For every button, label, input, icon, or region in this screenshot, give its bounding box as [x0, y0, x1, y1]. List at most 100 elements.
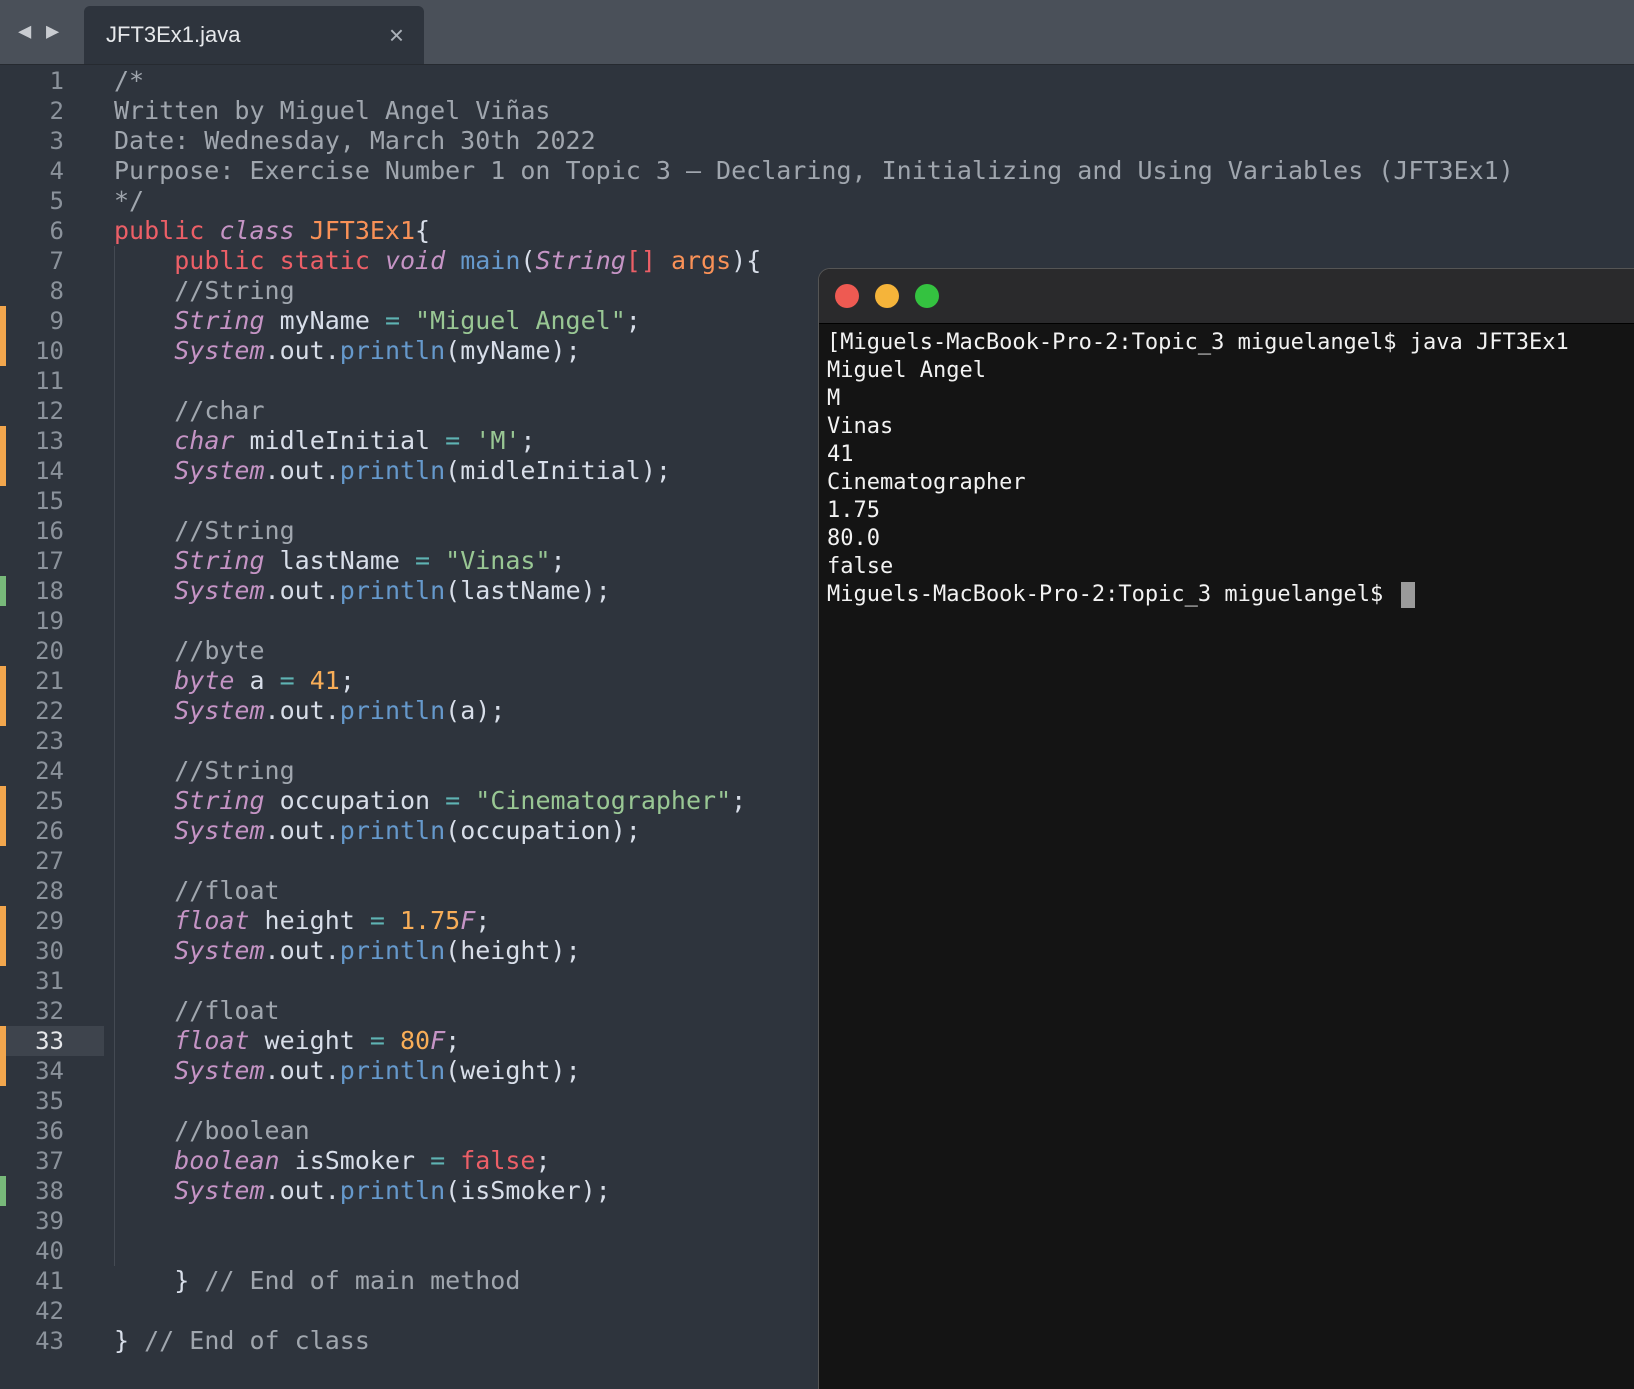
terminal-line: 1.75	[827, 498, 880, 523]
code-line[interactable]: Purpose: Exercise Number 1 on Topic 3 – …	[114, 156, 1514, 186]
code-token: .out.	[264, 816, 340, 845]
code-token: =	[279, 666, 310, 695]
line-number: 4	[0, 156, 104, 186]
code-token: myName	[279, 306, 385, 335]
code-line[interactable]: */	[114, 186, 1514, 216]
terminal-output[interactable]: [Miguels-MacBook-Pro-2:Topic_3 miguelang…	[827, 329, 1569, 609]
terminal-line: 80.0	[827, 526, 880, 551]
code-token: Written by Miguel Angel Viñas	[114, 96, 551, 125]
code-token: 41	[309, 666, 340, 695]
minimize-window-button[interactable]	[875, 284, 899, 308]
code-token: .out.	[264, 696, 340, 725]
code-token: System	[174, 336, 265, 365]
code-token: ;	[520, 426, 536, 455]
line-number-text: 2	[49, 97, 64, 125]
terminal-line: Cinematographer	[827, 470, 1026, 495]
code-token: F	[430, 1026, 446, 1055]
navigate-forward-icon[interactable]: ▶	[46, 18, 59, 46]
code-token: //String	[174, 276, 295, 305]
modified-line-marker	[0, 816, 6, 846]
line-number-text: 41	[35, 1267, 64, 1295]
code-token: ;	[550, 546, 566, 575]
line-number-text: 25	[35, 787, 64, 815]
line-number: 27	[0, 846, 104, 876]
code-line[interactable]: /*	[114, 66, 1514, 96]
code-token: }	[114, 1266, 205, 1295]
line-number-text: 17	[35, 547, 64, 575]
tab-title: JFT3Ex1.java	[106, 22, 241, 47]
line-number: 14	[0, 456, 104, 486]
code-token: false	[460, 1146, 536, 1175]
line-number-text: 3	[49, 127, 64, 155]
close-icon[interactable]: ×	[389, 22, 404, 48]
terminal-titlebar[interactable]	[819, 269, 1634, 324]
code-token: println	[339, 336, 446, 365]
code-token: }	[114, 1326, 145, 1355]
code-line[interactable]: public class JFT3Ex1{	[114, 216, 1514, 246]
tab-jft3ex1-java[interactable]: JFT3Ex1.java ×	[84, 6, 424, 64]
line-number-text: 30	[35, 937, 64, 965]
code-token: //boolean	[174, 1116, 310, 1145]
line-number-text: 29	[35, 907, 64, 935]
code-token: isSmoker	[294, 1146, 431, 1175]
line-number-text: 4	[49, 157, 64, 185]
line-number: 36	[0, 1116, 104, 1146]
line-number: 6	[0, 216, 104, 246]
line-number-gutter[interactable]: 1 2 3 4 5 6 7 8 9 10 11 12 13 14 15 16 17 18 19 20 21 22 23 24 2…	[0, 66, 104, 1356]
code-line[interactable]: Written by Miguel Angel Viñas	[114, 96, 1514, 126]
maximize-window-button[interactable]	[915, 284, 939, 308]
code-token: Date: Wednesday, March 30th 2022	[114, 126, 596, 155]
code-token: .out.	[264, 576, 340, 605]
line-number: 30	[0, 936, 104, 966]
terminal-line: [Miguels-MacBook-Pro-2:Topic_3 miguelang…	[827, 330, 1569, 355]
line-number: 31	[0, 966, 104, 996]
line-number: 11	[0, 366, 104, 396]
terminal-line: Miguel Angel	[827, 358, 986, 383]
code-token: (height);	[445, 936, 581, 965]
code-token: // End of main method	[204, 1266, 521, 1295]
line-number: 18	[0, 576, 104, 606]
line-number-text: 22	[35, 697, 64, 725]
code-token: boolean	[174, 1146, 295, 1175]
close-window-button[interactable]	[835, 284, 859, 308]
modified-line-marker	[0, 696, 6, 726]
line-number: 12	[0, 396, 104, 426]
line-number: 32	[0, 996, 104, 1026]
code-token: String	[174, 786, 280, 815]
modified-line-marker	[0, 666, 6, 696]
code-token: =	[430, 1146, 461, 1175]
code-token: midleInitial	[249, 426, 446, 455]
line-number-text: 36	[35, 1117, 64, 1145]
code-token: =	[384, 306, 416, 335]
terminal-window[interactable]: [Miguels-MacBook-Pro-2:Topic_3 miguelang…	[818, 268, 1634, 1389]
code-token: System	[174, 1056, 265, 1085]
line-number-text: 32	[35, 997, 64, 1025]
line-number: 13	[0, 426, 104, 456]
line-number: 21	[0, 666, 104, 696]
line-number-text: 18	[35, 577, 64, 605]
terminal-prompt-line: Miguels-MacBook-Pro-2:Topic_3 miguelange…	[827, 581, 1569, 609]
code-token: .out.	[264, 456, 340, 485]
code-token: println	[339, 696, 446, 725]
code-token: public	[114, 216, 220, 245]
code-line[interactable]: Date: Wednesday, March 30th 2022	[114, 126, 1514, 156]
code-token: (myName);	[445, 336, 581, 365]
line-number-text: 33	[35, 1027, 64, 1055]
modified-line-marker	[0, 936, 6, 966]
code-token: System	[174, 816, 265, 845]
code-token: .out.	[264, 1176, 340, 1205]
code-token: System	[174, 696, 265, 725]
code-token: 80	[400, 1026, 431, 1055]
code-token: (a);	[445, 696, 506, 725]
line-number-text: 15	[35, 487, 64, 515]
line-number-text: 9	[49, 307, 64, 335]
line-number: 33	[0, 1026, 104, 1056]
navigate-back-icon[interactable]: ◀	[18, 18, 31, 46]
code-token: //float	[174, 996, 280, 1025]
